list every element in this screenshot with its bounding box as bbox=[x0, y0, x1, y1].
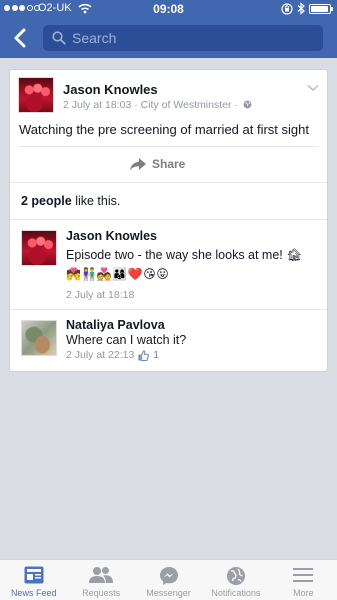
messenger-icon bbox=[159, 567, 178, 585]
globe-privacy-icon bbox=[243, 100, 252, 109]
post-text: Watching the pre screening of married at… bbox=[19, 122, 309, 137]
divider bbox=[19, 146, 318, 147]
comment-time: 2 July at 22:13 bbox=[66, 349, 135, 361]
comment-text: Episode two - the way she looks at me! 🏚 bbox=[66, 248, 303, 262]
top-bar: O2-UK 09:08 bbox=[0, 0, 337, 58]
post-author-name[interactable]: Jason Knowles bbox=[63, 82, 158, 97]
likes-count: 2 people bbox=[21, 194, 72, 208]
share-label: Share bbox=[152, 157, 186, 171]
post-location[interactable]: City of Westminster bbox=[141, 99, 232, 111]
likes-suffix: like this. bbox=[71, 194, 121, 208]
comment-avatar[interactable] bbox=[21, 320, 57, 356]
thumbs-up-icon[interactable] bbox=[138, 349, 150, 361]
tab-news-feed[interactable]: News Feed bbox=[0, 560, 67, 600]
tab-label: News Feed bbox=[10, 588, 57, 598]
divider bbox=[10, 182, 327, 183]
divider bbox=[10, 309, 327, 310]
comment-time: 2 July at 18:18 bbox=[66, 289, 135, 301]
comment-emoji-line: 💏👫💑👨‍👩‍👦❤️😘😛 bbox=[66, 267, 170, 281]
search-icon bbox=[52, 31, 66, 45]
tab-label: More bbox=[293, 588, 314, 598]
comment-author-name[interactable]: Jason Knowles bbox=[66, 229, 157, 243]
friend-requests-icon bbox=[89, 567, 114, 583]
tab-requests[interactable]: Requests bbox=[67, 560, 134, 600]
battery-level bbox=[311, 6, 328, 12]
search-bar[interactable] bbox=[43, 25, 323, 51]
comment-meta: 2 July at 18:18 bbox=[66, 289, 134, 301]
tab-label: Requests bbox=[82, 588, 121, 598]
divider bbox=[10, 219, 327, 220]
chevron-down-icon[interactable] bbox=[307, 84, 319, 92]
share-button[interactable]: Share bbox=[130, 154, 185, 174]
hamburger-menu-icon bbox=[293, 568, 314, 582]
share-arrow-icon bbox=[130, 157, 146, 170]
meta-separator: · bbox=[134, 99, 138, 111]
tab-notifications[interactable]: Notifications bbox=[202, 560, 269, 600]
comment-like-count[interactable]: 1 bbox=[153, 349, 159, 361]
bottom-tab-bar: News Feed Requests Messenger Notificatio… bbox=[0, 559, 337, 600]
comment-avatar[interactable] bbox=[21, 230, 57, 266]
author-avatar[interactable] bbox=[18, 77, 54, 113]
tab-label: Messenger bbox=[146, 588, 191, 598]
tab-more[interactable]: More bbox=[270, 560, 337, 600]
comment-meta: 2 July at 22:13 1 bbox=[66, 349, 159, 361]
tab-label: Notifications bbox=[211, 588, 261, 598]
back-button[interactable] bbox=[8, 26, 32, 50]
post-card: Jason Knowles 2 July at 18:03 · City of … bbox=[9, 69, 328, 372]
meta-separator-2: · bbox=[234, 99, 238, 111]
search-input[interactable] bbox=[72, 29, 312, 47]
post-date[interactable]: 2 July at 18:03 bbox=[63, 99, 131, 111]
rotation-lock-icon bbox=[281, 3, 293, 15]
tab-messenger[interactable]: Messenger bbox=[135, 560, 202, 600]
globe-notifications-icon bbox=[226, 567, 245, 585]
news-feed-icon bbox=[24, 566, 44, 584]
bluetooth-icon bbox=[297, 2, 305, 15]
likes-summary[interactable]: 2 people like this. bbox=[21, 194, 120, 208]
status-bar: O2-UK 09:08 bbox=[0, 0, 337, 18]
comment-text: Where can I watch it? bbox=[66, 333, 187, 347]
battery-icon bbox=[309, 4, 333, 14]
comment-author-name[interactable]: Nataliya Pavlova bbox=[66, 318, 165, 332]
post-meta: 2 July at 18:03 · City of Westminster · bbox=[63, 99, 252, 111]
